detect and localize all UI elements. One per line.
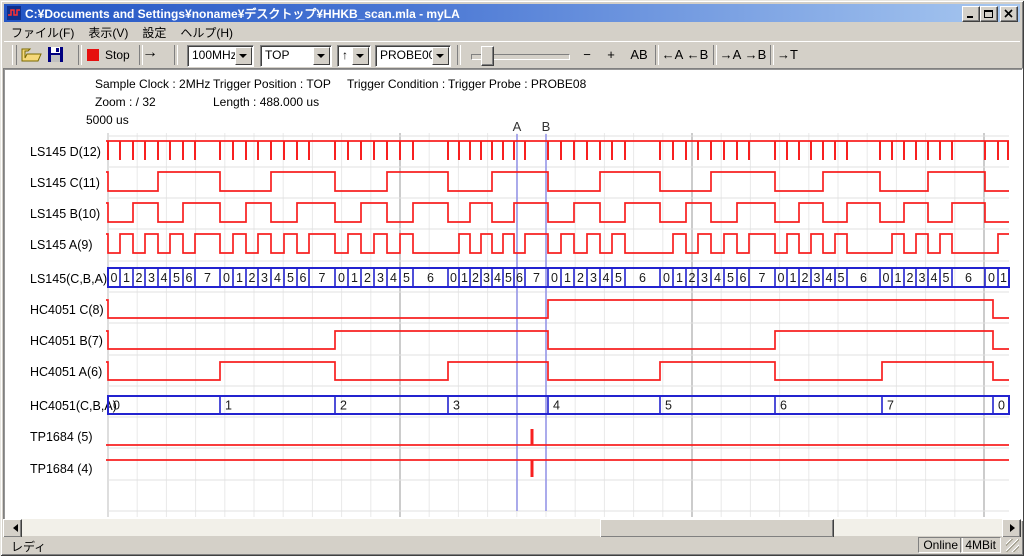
zoom-in-button[interactable]: +: [602, 45, 620, 65]
trigger-position-combo[interactable]: TOP: [260, 45, 332, 67]
open-file-icon[interactable]: [20, 45, 42, 65]
trigger-position-value: TOP: [265, 48, 289, 62]
sample-clock-combo[interactable]: 100MHz: [187, 45, 254, 67]
scroll-right-button[interactable]: [1002, 519, 1021, 538]
maximize-icon: [984, 9, 994, 19]
channel-label: LS145 A(9): [30, 237, 93, 253]
length-info: Length : 488.000 us: [213, 95, 319, 109]
chevron-down-icon[interactable]: [313, 47, 330, 65]
goto-trigger-button[interactable]: →T: [776, 45, 799, 65]
sample-clock-info: Sample Clock : 2MHz: [95, 77, 210, 91]
arrow-right-icon: [1010, 524, 1019, 532]
time-axis-label: 5000 us: [86, 113, 129, 127]
toolbar: Stop → 100MHz TOP ↑ PROBE00 − + AB ←A ←B…: [4, 41, 1020, 69]
toolbar-separator: [457, 45, 461, 65]
trigger-edge-value: ↑: [342, 48, 348, 62]
channel-label: HC4051 A(6): [30, 364, 102, 380]
channel-label: HC4051 B(7): [30, 333, 103, 349]
stop-icon: [87, 49, 99, 61]
channel-label: LS145 D(12): [30, 144, 101, 160]
channel-label: LS145(C,B,A): [30, 271, 107, 287]
horizontal-scrollbar[interactable]: [3, 519, 1021, 536]
zoom-slider-thumb[interactable]: [481, 46, 494, 66]
channel-label: HC4051(C,B,A): [30, 398, 117, 414]
zoom-out-button[interactable]: −: [578, 45, 596, 65]
channel-label: TP1684 (4): [30, 461, 93, 477]
menu-help[interactable]: ヘルプ(H): [173, 22, 240, 43]
chevron-down-icon[interactable]: [352, 47, 369, 65]
resize-grip-icon[interactable]: [1006, 539, 1019, 552]
scrollbar-thumb[interactable]: [600, 519, 834, 538]
channel-label: TP1684 (5): [30, 429, 93, 445]
trigger-position-info: Trigger Position : TOP: [213, 77, 331, 91]
trigger-edge-combo[interactable]: ↑: [337, 45, 371, 67]
goto-cursor-a-button[interactable]: ←A: [661, 45, 684, 65]
minimize-icon: [966, 9, 976, 19]
menu-file[interactable]: ファイル(F): [4, 22, 81, 43]
channel-label: HC4051 C(8): [30, 302, 104, 318]
ab-button[interactable]: AB: [626, 45, 652, 65]
waveform-plot[interactable]: [3, 68, 1023, 521]
status-bar: レディ Online 4MBit: [3, 537, 1021, 553]
app-window: { "window": {"title": "C:¥Documents and …: [0, 0, 1024, 556]
save-icon[interactable]: [47, 45, 65, 65]
set-cursor-b-button[interactable]: →B: [744, 45, 767, 65]
trigger-condition-info: Trigger Condition : ↓: [347, 77, 455, 91]
trigger-probe-info: Trigger Probe : PROBE08: [448, 77, 586, 91]
toolbar-grip: [12, 45, 17, 65]
trigger-probe-combo[interactable]: PROBE00: [375, 45, 451, 67]
goto-cursor-b-button[interactable]: ←B: [686, 45, 709, 65]
close-button[interactable]: [1000, 6, 1018, 22]
set-cursor-a-button[interactable]: →A: [719, 45, 742, 65]
chevron-down-icon[interactable]: [432, 47, 449, 65]
toolbar-separator: [174, 45, 178, 65]
sample-clock-value: 100MHz: [192, 48, 237, 62]
channel-label: LS145 C(11): [30, 175, 100, 191]
minimize-button[interactable]: [962, 6, 980, 22]
single-run-button[interactable]: →: [142, 44, 158, 62]
scroll-left-button[interactable]: [3, 519, 22, 538]
trigger-probe-value: PROBE00: [380, 48, 435, 62]
status-ready-text: レディ: [11, 538, 46, 555]
toolbar-separator: [655, 45, 659, 65]
maximize-button[interactable]: [980, 6, 998, 22]
chevron-down-icon[interactable]: [235, 47, 252, 65]
toolbar-separator: [770, 45, 774, 65]
toolbar-separator: [78, 45, 82, 65]
memory-size-badge: 4MBit: [960, 537, 1001, 553]
window-title: C:¥Documents and Settings¥noname¥デスクトップ¥…: [25, 5, 460, 22]
menu-bar: ファイル(F) 表示(V) 設定 ヘルプ(H): [4, 23, 1020, 41]
online-status-badge: Online: [918, 537, 963, 553]
zoom-info: Zoom : / 32: [95, 95, 156, 109]
menu-settings[interactable]: 設定: [135, 22, 173, 43]
channel-label: LS145 B(10): [30, 206, 100, 222]
arrow-left-icon: [9, 524, 18, 532]
toolbar-separator: [713, 45, 717, 65]
stop-label: Stop: [105, 45, 130, 65]
menu-view[interactable]: 表示(V): [81, 22, 135, 43]
close-icon: [1004, 9, 1014, 19]
app-icon: [7, 6, 21, 20]
title-bar[interactable]: C:¥Documents and Settings¥noname¥デスクトップ¥…: [4, 4, 1020, 22]
